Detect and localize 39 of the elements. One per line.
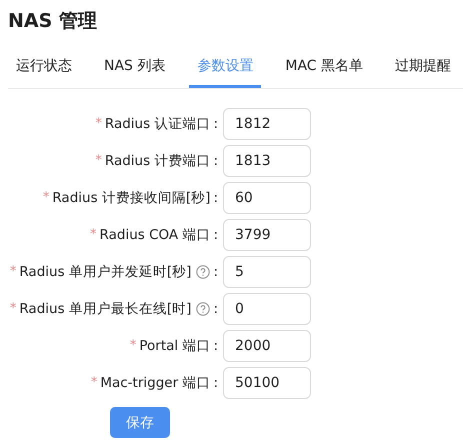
input-field[interactable]: 5 xyxy=(223,256,311,288)
tab[interactable]: NAS 列表 xyxy=(96,46,174,88)
colon: : xyxy=(213,374,218,390)
tab[interactable]: MAC 黑名单 xyxy=(277,46,372,88)
input-field[interactable]: 1812 xyxy=(223,108,311,140)
field-label: Radius COA 端口 xyxy=(100,226,210,244)
required-mark: * xyxy=(42,190,50,205)
help-icon[interactable] xyxy=(196,302,210,316)
colon: : xyxy=(213,116,218,132)
input-field[interactable]: 3799 xyxy=(223,218,311,250)
required-mark: * xyxy=(90,227,97,242)
field-label: Portal 端口 xyxy=(139,336,210,354)
input-field[interactable]: 1813 xyxy=(223,144,311,176)
colon: : xyxy=(213,300,218,316)
field-label: Mac-trigger 端口 xyxy=(100,374,210,392)
required-mark: * xyxy=(95,153,102,168)
tab[interactable]: 运行状态 xyxy=(8,46,80,88)
colon: : xyxy=(213,152,218,168)
help-icon[interactable] xyxy=(196,264,210,278)
input-field[interactable]: 2000 xyxy=(223,330,311,362)
input-field[interactable]: 50100 xyxy=(223,366,311,398)
colon: : xyxy=(213,226,218,242)
required-mark: * xyxy=(95,116,102,131)
colon: : xyxy=(213,190,218,206)
field-label: Radius 认证端口 xyxy=(104,114,210,132)
field-label: Radius 单用户并发延时[秒] xyxy=(19,262,192,280)
input-field[interactable]: 0 xyxy=(223,292,311,324)
colon: : xyxy=(213,264,218,280)
colon: : xyxy=(213,338,218,354)
required-mark: * xyxy=(90,375,98,390)
required-mark: * xyxy=(10,264,16,279)
field-label: Radius 计费接收间隔[秒] xyxy=(52,188,210,206)
field-label: Radius 单用户最长在线[时] xyxy=(19,300,192,318)
tab[interactable]: 过期提醒 xyxy=(387,46,460,88)
required-mark: * xyxy=(10,301,16,316)
field-label: Radius 计费端口 xyxy=(104,152,210,170)
required-mark: * xyxy=(130,338,136,353)
page-title: NAS 管理 xyxy=(8,9,97,34)
input-field[interactable]: 60 xyxy=(223,182,311,214)
